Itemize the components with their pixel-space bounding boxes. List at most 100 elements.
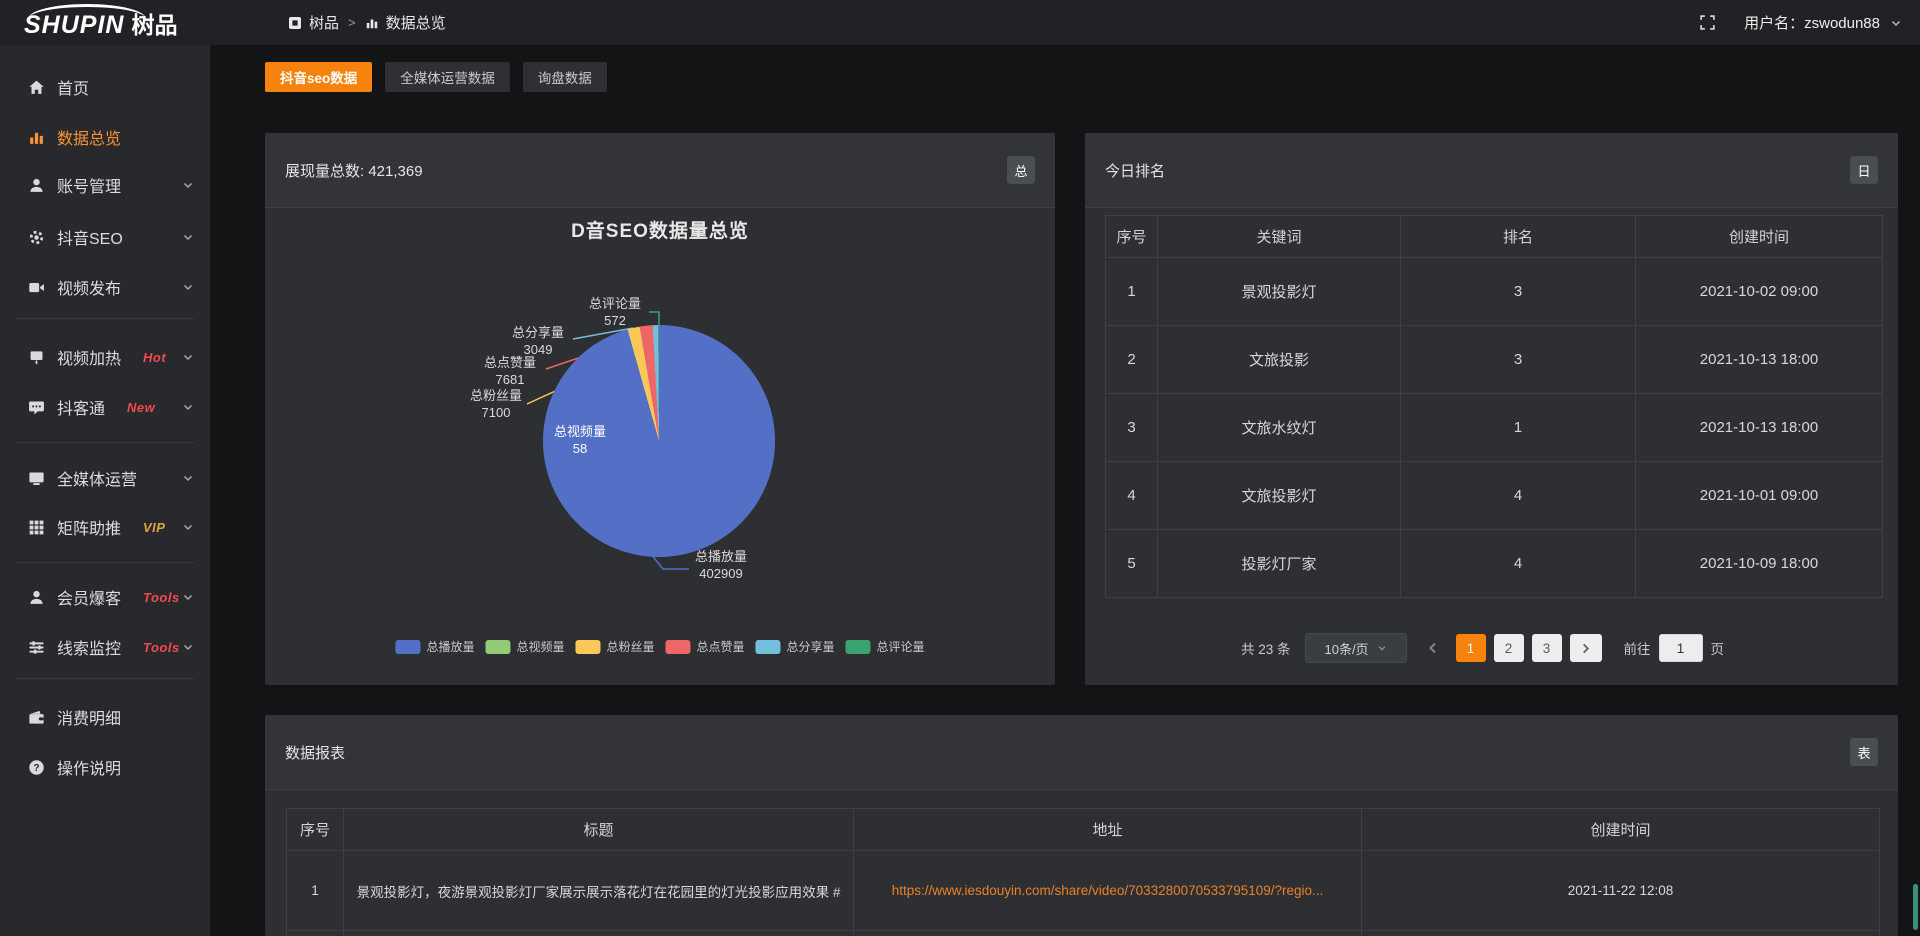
column-header: 标题 [344,809,854,851]
sidebar-item-video-heat[interactable]: 视频加热Hot [0,332,210,382]
tab-inquiry-data[interactable]: 询盘数据 [523,62,607,92]
chevron-down-icon [182,231,194,243]
table-row[interactable] [287,931,1880,936]
legend-item-总点赞量[interactable]: 总点赞量 [666,638,745,655]
sidebar-item-douketong[interactable]: 抖客通New [0,382,210,432]
table-row[interactable]: 2文旅投影32021-10-13 18:00 [1106,326,1883,394]
sidebar-item-matrix-boost[interactable]: 矩阵助推VIP [0,502,210,552]
table-row[interactable]: 3文旅水纹灯12021-10-13 18:00 [1106,394,1883,462]
chart-title: D音SEO数据量总览 [571,216,749,243]
sidebar-item-label: 操作说明 [57,755,121,779]
sidebar-divider [16,442,194,443]
tab-media-operation-data[interactable]: 全媒体运营数据 [385,62,510,92]
pie-chart: D音SEO数据量总览 总播放量402909总视频量58总粉丝量7100总点赞量7… [265,208,1055,685]
sidebar-item-data-overview[interactable]: 数据总览 [0,112,210,162]
page-button-1[interactable]: 1 [1456,634,1486,662]
table-row[interactable]: 1景观投影灯，夜游景观投影灯厂家展示展示落花灯在花园里的灯光投影应用效果 #ht… [287,851,1880,931]
sidebar-item-label: 数据总览 [57,125,121,149]
chevron-down-icon [182,641,194,653]
sidebar-item-label: 抖音SEO [57,225,123,249]
legend-item-总分享量[interactable]: 总分享量 [756,638,835,655]
legend-swatch [575,640,600,654]
sidebar-item-home[interactable]: 首页 [0,62,210,112]
content: 抖音seo数据 全媒体运营数据 询盘数据 展现量总数: 421,369 总 D音… [210,45,1920,936]
breadcrumb-root[interactable]: 树品 [309,12,339,33]
breadcrumb-separator: > [348,15,356,30]
username[interactable]: 用户名：zswodun88 [1744,12,1880,33]
logo-text-cn: 树品 [131,6,177,40]
legend-label: 总播放量 [426,638,474,655]
user-icon [28,177,45,194]
page-size-select[interactable]: 10条/页 [1305,633,1407,663]
cell: 5 [1106,530,1158,598]
chart-card: 展现量总数: 421,369 总 D音SEO数据量总览 总播放量402909 总视… [265,133,1055,685]
logo: SHUPIN 树品 [0,6,210,40]
sidebar-item-operation-guide[interactable]: ?操作说明 [0,742,210,792]
sidebar-item-media-operation[interactable]: 全媒体运营 [0,453,210,503]
page-button-2[interactable]: 2 [1494,634,1524,662]
impressions-total: 展现量总数: 421,369 [285,160,423,181]
pie-label-总粉丝量: 总粉丝量7100 [470,387,522,421]
pie-label-总点赞量: 总点赞量7681 [484,354,536,388]
goto-page-input[interactable] [1659,634,1703,662]
cell: 文旅水纹灯 [1158,394,1401,462]
table-toggle-button[interactable]: 表 [1850,738,1878,766]
pie-label-总播放量: 总播放量402909 [695,548,747,582]
report-card: 数据报表 表 序号标题地址创建时间 1景观投影灯，夜游景观投影灯厂家展示展示落花… [265,715,1898,936]
cell: 1 [1401,394,1636,462]
sidebar-divider [16,318,194,319]
cell: 3 [1401,258,1636,326]
day-toggle-button[interactable]: 日 [1850,156,1878,184]
cell [344,931,854,936]
sidebar-item-douyin-seo[interactable]: 抖音SEO [0,212,210,262]
sliders-icon [28,639,45,656]
column-header: 排名 [1401,216,1636,258]
badge-hot: Hot [143,350,166,365]
cell: 1 [1106,258,1158,326]
chevron-down-icon [182,591,194,603]
pagination: 共 23 条 10条/页 123 前往 页 [1241,633,1724,663]
breadcrumb: 树品 > 数据总览 [288,12,446,33]
topbar-right: 用户名：zswodun88 [1699,12,1920,33]
wallet-icon [28,709,45,726]
chevron-down-icon [182,179,194,191]
legend-label: 总分享量 [787,638,835,655]
cell-video-link[interactable]: https://www.iesdouyin.com/share/video/70… [854,851,1362,931]
fullscreen-icon[interactable] [1699,14,1716,31]
column-header: 序号 [287,809,344,851]
sidebar-item-account-manage[interactable]: 账号管理 [0,160,210,210]
legend-item-总评论量[interactable]: 总评论量 [846,638,925,655]
column-header: 创建时间 [1636,216,1883,258]
table-row[interactable]: 5投影灯厂家42021-10-09 18:00 [1106,530,1883,598]
sidebar-item-lead-monitor[interactable]: 线索监控Tools [0,622,210,672]
legend-swatch [666,640,691,654]
legend-item-总播放量[interactable]: 总播放量 [395,638,474,655]
scrollbar-thumb[interactable] [1913,884,1918,930]
legend-item-总粉丝量[interactable]: 总粉丝量 [575,638,654,655]
table-row[interactable]: 1景观投影灯32021-10-02 09:00 [1106,258,1883,326]
legend-label: 总视频量 [516,638,564,655]
legend-label: 总点赞量 [697,638,745,655]
logo-text-en: SHUPIN [24,11,124,40]
goto-label: 前往 [1624,638,1651,658]
total-toggle-button[interactable]: 总 [1007,156,1035,184]
breadcrumb-current: 数据总览 [386,12,446,33]
cell: 4 [1401,462,1636,530]
sidebar-item-member-baoke[interactable]: 会员爆客Tools [0,572,210,622]
sidebar-item-expense-detail[interactable]: 消费明细 [0,692,210,742]
next-page-button[interactable] [1570,634,1602,662]
tab-douyin-seo-data[interactable]: 抖音seo数据 [265,62,372,92]
report-title: 数据报表 [285,742,345,763]
monitor-icon [28,470,45,487]
table-row[interactable]: 4文旅投影灯42021-10-01 09:00 [1106,462,1883,530]
legend-swatch [395,640,420,654]
cell: 景观投影灯 [1158,258,1401,326]
prev-page-button[interactable] [1426,641,1442,655]
legend-swatch [846,640,871,654]
legend-item-总视频量[interactable]: 总视频量 [485,638,564,655]
badge-tools: Tools [143,590,180,605]
page-button-3[interactable]: 3 [1532,634,1562,662]
total-count: 共 23 条 [1241,638,1291,658]
chevron-down-icon[interactable] [1890,17,1902,29]
sidebar-item-video-publish[interactable]: 视频发布 [0,262,210,312]
